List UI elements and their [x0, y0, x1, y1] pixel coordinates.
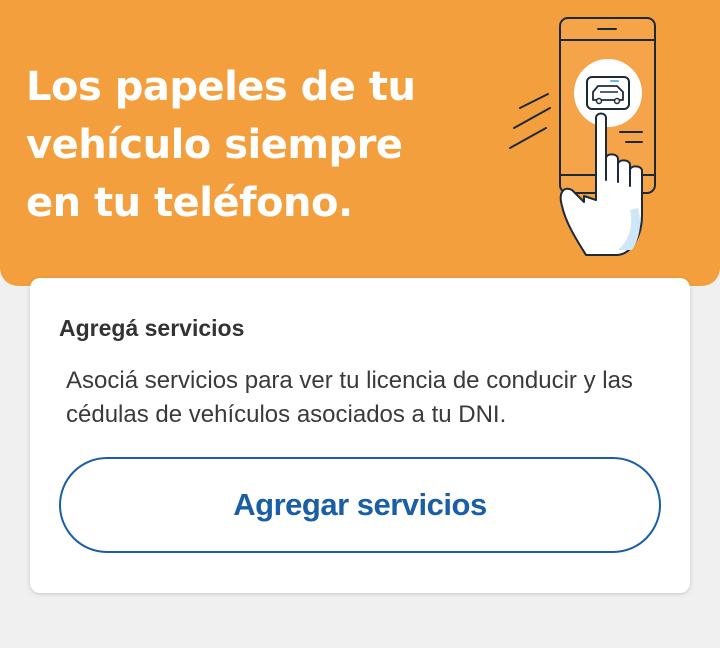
add-services-card: Agregá servicios Asociá servicios para v… [30, 278, 690, 593]
hero-title: Los papeles de tu vehículo siempre en tu… [26, 64, 416, 226]
add-services-button-label: Agregar servicios [233, 487, 487, 522]
page: Los papeles de tu vehículo siempre en tu… [0, 0, 720, 648]
phone-hand-car-icon [509, 17, 656, 256]
add-services-button[interactable]: Agregar servicios [59, 457, 661, 553]
hero-banner: Los papeles de tu vehículo siempre en tu… [0, 0, 720, 286]
card-description: Asociá servicios para ver tu licencia de… [66, 367, 633, 428]
card-title: Agregá servicios [59, 315, 245, 341]
